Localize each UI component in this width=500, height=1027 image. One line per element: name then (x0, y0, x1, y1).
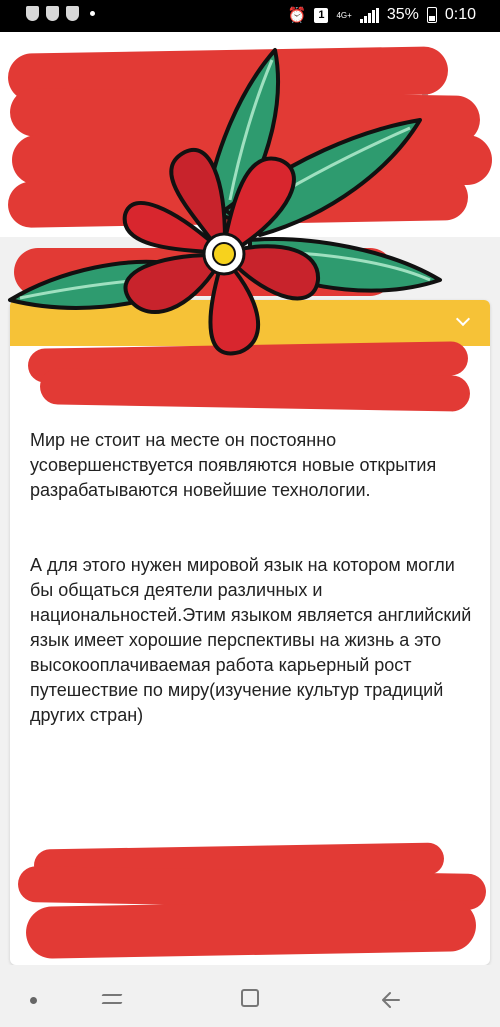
redaction-scribble (25, 899, 477, 959)
shield-icon (46, 6, 59, 21)
notification-count: 1 (314, 7, 329, 23)
flower-sticker (8, 48, 442, 356)
redaction-scribble (39, 368, 471, 412)
notification-dot-icon (90, 11, 95, 16)
nav-home-icon[interactable] (241, 989, 259, 1007)
network-type: 4G+ (336, 10, 352, 20)
battery-percent: 35% (386, 6, 419, 23)
nav-dot-icon[interactable] (30, 997, 37, 1004)
alarm-icon: ⏰ (287, 7, 307, 24)
answer-text: Мир не стоит на месте он постоянно усове… (30, 428, 475, 728)
answer-paragraph: Мир не стоит на месте он постоянно усове… (30, 430, 437, 500)
nav-back-icon[interactable] (382, 991, 400, 1009)
battery-icon (426, 7, 437, 23)
shield-icon (26, 6, 39, 21)
nav-recent-icon[interactable] (101, 991, 123, 1007)
system-nav-bar (0, 965, 500, 1027)
shield-icon (66, 6, 79, 21)
signal-icon (359, 7, 379, 23)
status-bar: ⏰ 1 4G+ 35% 0:10 (0, 0, 500, 32)
answer-paragraph: А для этого нужен мировой язык на которо… (30, 555, 472, 725)
clock: 0:10 (444, 6, 476, 23)
